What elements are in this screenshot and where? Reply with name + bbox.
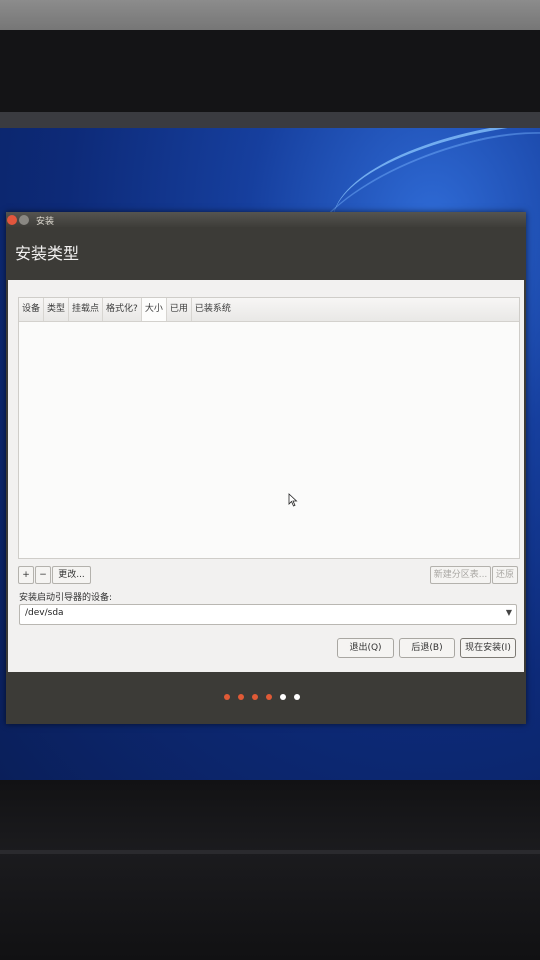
progress-dot-completed: [266, 694, 272, 700]
install-now-button[interactable]: 现在安装(I): [460, 638, 516, 658]
bootloader-device-value: /dev/sda: [25, 608, 64, 618]
partition-table[interactable]: 设备 类型 挂载点 格式化? 大小 已用 已装系统: [18, 297, 520, 559]
monitor-frame-bottom: [0, 780, 540, 960]
page-title: 安装类型: [15, 244, 80, 263]
monitor-frame-line: [0, 850, 540, 854]
progress-dot-completed: [238, 694, 244, 700]
column-header-format[interactable]: 格式化?: [103, 298, 142, 321]
column-header-system[interactable]: 已装系统: [192, 298, 234, 321]
monitor-frame-strip: [0, 112, 540, 128]
title-bar: 安装: [6, 212, 526, 227]
column-header-mount-point[interactable]: 挂载点: [69, 298, 104, 321]
close-icon[interactable]: [7, 215, 17, 225]
installer-window: 安装 安装类型 设备 类型 挂载点 格式化? 大小 已用 已装系统 + − 更改…: [6, 212, 526, 724]
remove-partition-button[interactable]: −: [35, 566, 51, 584]
progress-indicator: [224, 694, 300, 700]
monitor-frame-top: [0, 30, 540, 125]
table-header: 设备 类型 挂载点 格式化? 大小 已用 已装系统: [19, 298, 519, 322]
minimize-icon[interactable]: [19, 215, 29, 225]
installer-footer: [6, 672, 526, 724]
back-button[interactable]: 后退(B): [399, 638, 455, 658]
bootloader-device-label: 安装启动引导器的设备:: [19, 593, 113, 603]
quit-button[interactable]: 退出(Q): [337, 638, 394, 658]
progress-dot-completed: [252, 694, 258, 700]
progress-dot-pending: [280, 694, 286, 700]
column-header-used[interactable]: 已用: [167, 298, 192, 321]
revert-button[interactable]: 还原: [492, 566, 518, 584]
progress-dot-pending: [294, 694, 300, 700]
page-header: 安装类型: [6, 227, 526, 280]
new-partition-table-button[interactable]: 新建分区表...: [430, 566, 491, 584]
bootloader-device-select[interactable]: /dev/sda ▼: [19, 604, 517, 625]
dropdown-arrow-icon: ▼: [505, 608, 512, 617]
column-header-device[interactable]: 设备: [19, 298, 45, 321]
column-header-size[interactable]: 大小: [141, 298, 167, 321]
progress-dot-completed: [224, 694, 230, 700]
add-partition-button[interactable]: +: [18, 566, 34, 584]
column-header-type[interactable]: 类型: [44, 298, 70, 321]
mouse-cursor-icon: [288, 493, 298, 507]
main-content: 设备 类型 挂载点 格式化? 大小 已用 已装系统 + − 更改... 新建分区…: [8, 280, 524, 672]
window-title: 安装: [36, 217, 55, 227]
change-partition-button[interactable]: 更改...: [52, 566, 91, 584]
